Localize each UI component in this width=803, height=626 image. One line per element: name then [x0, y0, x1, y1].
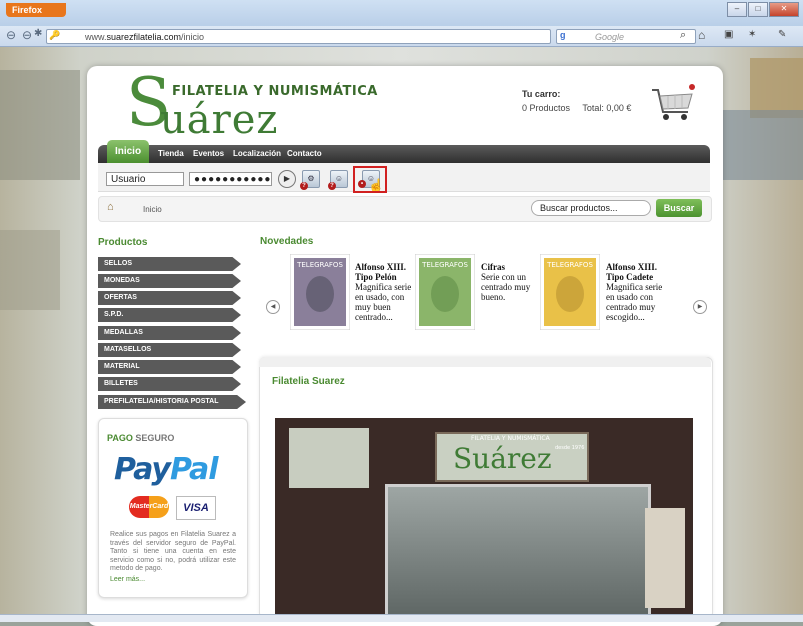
background-stamp-image: [750, 58, 803, 118]
category-matasellos[interactable]: MATASELLOS: [98, 343, 241, 357]
reload-icon[interactable]: ✱: [34, 28, 42, 39]
payment-title-main: PAGO: [107, 433, 133, 443]
bookmarks-icon[interactable]: ▣: [724, 29, 733, 40]
url-bar[interactable]: www.suarezfilatelia.com/inicio: [46, 29, 551, 44]
payment-read-more-link[interactable]: Leer más...: [110, 576, 145, 583]
search-engine-name: Google: [595, 32, 625, 42]
menu-item-inicio[interactable]: Inicio: [107, 140, 149, 163]
category-material[interactable]: MATERIAL: [98, 360, 241, 374]
menu-item-eventos[interactable]: Eventos: [193, 149, 224, 158]
carousel-next-icon[interactable]: ▶: [693, 300, 707, 314]
breadcrumb-current: Inicio: [143, 205, 162, 214]
help-badge-icon[interactable]: ?: [328, 182, 336, 190]
browser-search-bar[interactable]: Google: [556, 29, 696, 44]
category-monedas[interactable]: MONEDAS: [98, 274, 241, 288]
home-browser-icon[interactable]: ⌂: [698, 28, 705, 42]
novedades-title: Novedades: [260, 236, 314, 247]
photo-sign-left: [289, 428, 369, 488]
photo-shop-window: [385, 484, 651, 618]
minimize-icon[interactable]: –: [727, 2, 747, 17]
tools-icon[interactable]: ✎: [778, 29, 786, 40]
product-item[interactable]: Cifras Serie con un centrado muy bueno.: [481, 262, 541, 302]
payment-title-accent: SEGURO: [135, 433, 175, 443]
back-icon[interactable]: ⊖: [6, 28, 16, 42]
background-stamp-image: [720, 110, 803, 180]
site-identity-icon[interactable]: 🔑: [49, 30, 60, 41]
login-submit-icon[interactable]: ▶: [278, 170, 296, 188]
mastercard-logo: MasterCard: [129, 496, 169, 518]
password-input[interactable]: ●●●●●●●●●●●: [189, 172, 272, 186]
addon-icon[interactable]: ✶: [748, 29, 756, 40]
maximize-icon[interactable]: □: [748, 2, 768, 17]
cart-products: 0 Productos: [522, 103, 571, 113]
payment-description: Realice sus pagos en Filatelia Suarez a …: [110, 531, 236, 572]
firefox-menu-button[interactable]: Firefox: [6, 3, 66, 17]
products-title: Productos: [98, 237, 148, 248]
home-icon[interactable]: ⌂: [107, 201, 114, 213]
product-item[interactable]: Alfonso XIII. Tipo Cadete Magnifica seri…: [606, 262, 666, 322]
window-controls: – □ ✕: [726, 2, 799, 17]
paypal-logo-dark: Pay: [114, 452, 171, 487]
visa-logo: VISA: [176, 496, 216, 520]
product-search-input[interactable]: Buscar productos...: [531, 200, 651, 216]
paypal-logo-light: Pal: [169, 452, 219, 487]
search-button[interactable]: Buscar: [656, 199, 702, 217]
forward-icon[interactable]: ⊖: [22, 28, 32, 42]
paypal-logo[interactable]: PayPal: [114, 452, 219, 487]
product-description: Magnifica serie en usado con centrado mu…: [606, 282, 663, 322]
highlight-box: [353, 166, 387, 193]
menu-item-localizacion[interactable]: Localización: [233, 149, 281, 158]
url-prefix: www.: [85, 32, 107, 42]
carousel-prev-icon[interactable]: ◀: [266, 300, 280, 314]
photo-sign-name: Suárez: [453, 442, 552, 475]
photo-sign-tagline: FILATELIA Y NUMISMÁTICA: [471, 435, 550, 442]
product-description: Magnifica serie en usado, con muy buen c…: [355, 282, 412, 322]
browser-titlebar: [0, 0, 803, 26]
menu-item-tienda[interactable]: Tienda: [158, 149, 184, 158]
product-title[interactable]: Alfonso XIII. Tipo Pelón: [355, 262, 415, 282]
cart-summary: 0 Productos Total: 0,00 €: [522, 103, 641, 113]
logo-name[interactable]: uárez: [160, 100, 278, 140]
main-menu-bar: [98, 145, 710, 163]
background-stamp-image: [0, 230, 60, 310]
cart-title: Tu carro:: [522, 89, 561, 99]
product-description: Serie con un centrado muy bueno.: [481, 272, 531, 302]
background-stamp-image: [0, 70, 80, 180]
product-image[interactable]: TELEGRAFOS: [415, 254, 475, 330]
shop-front-photo: FILATELIA Y NUMISMÁTICA desde 1976 Suáre…: [275, 418, 693, 618]
category-ofertas[interactable]: OFERTAS: [98, 291, 241, 305]
username-input[interactable]: Usuario: [106, 172, 184, 186]
product-title[interactable]: Cifras: [481, 262, 541, 272]
cart-total: Total: 0,00 €: [582, 103, 632, 113]
category-prefilatelia[interactable]: PREFILATELIA/HISTORIA POSTAL: [98, 395, 246, 409]
category-spd[interactable]: S.P.D.: [98, 308, 241, 322]
stamp-label: TELEGRAFOS: [546, 261, 593, 269]
category-sellos[interactable]: SELLOS: [98, 257, 241, 271]
close-icon[interactable]: ✕: [769, 2, 799, 17]
menu-item-contacto[interactable]: Contacto: [287, 149, 322, 158]
category-medallas[interactable]: MEDALLAS: [98, 326, 241, 340]
google-icon[interactable]: g: [560, 30, 566, 40]
stamp-label: TELEGRAFOS: [421, 261, 468, 269]
photo-sign-since: desde 1976: [555, 445, 585, 451]
url-domain: suarezfilatelia.com: [106, 32, 182, 42]
stamp-label: TELEGRAFOS: [296, 261, 343, 269]
category-billetes[interactable]: BILLETES: [98, 377, 241, 391]
help-badge-icon[interactable]: ?: [300, 182, 308, 190]
product-image[interactable]: TELEGRAFOS: [540, 254, 600, 330]
shopping-cart-icon[interactable]: [648, 82, 696, 124]
search-go-icon[interactable]: ⌕: [680, 29, 686, 42]
url-path: /inicio: [181, 32, 205, 42]
product-image[interactable]: TELEGRAFOS: [290, 254, 350, 330]
payment-title: PAGO SEGURO: [107, 433, 174, 443]
product-item[interactable]: Alfonso XIII. Tipo Pelón Magnifica serie…: [355, 262, 415, 322]
product-title[interactable]: Alfonso XIII. Tipo Cadete: [606, 262, 666, 282]
content-box-header: [259, 357, 711, 367]
logo-tagline: FILATELIA Y NUMISMÁTICA: [172, 84, 378, 99]
photo-side-panel: [645, 508, 685, 608]
content-title: Filatelia Suarez: [272, 376, 345, 387]
